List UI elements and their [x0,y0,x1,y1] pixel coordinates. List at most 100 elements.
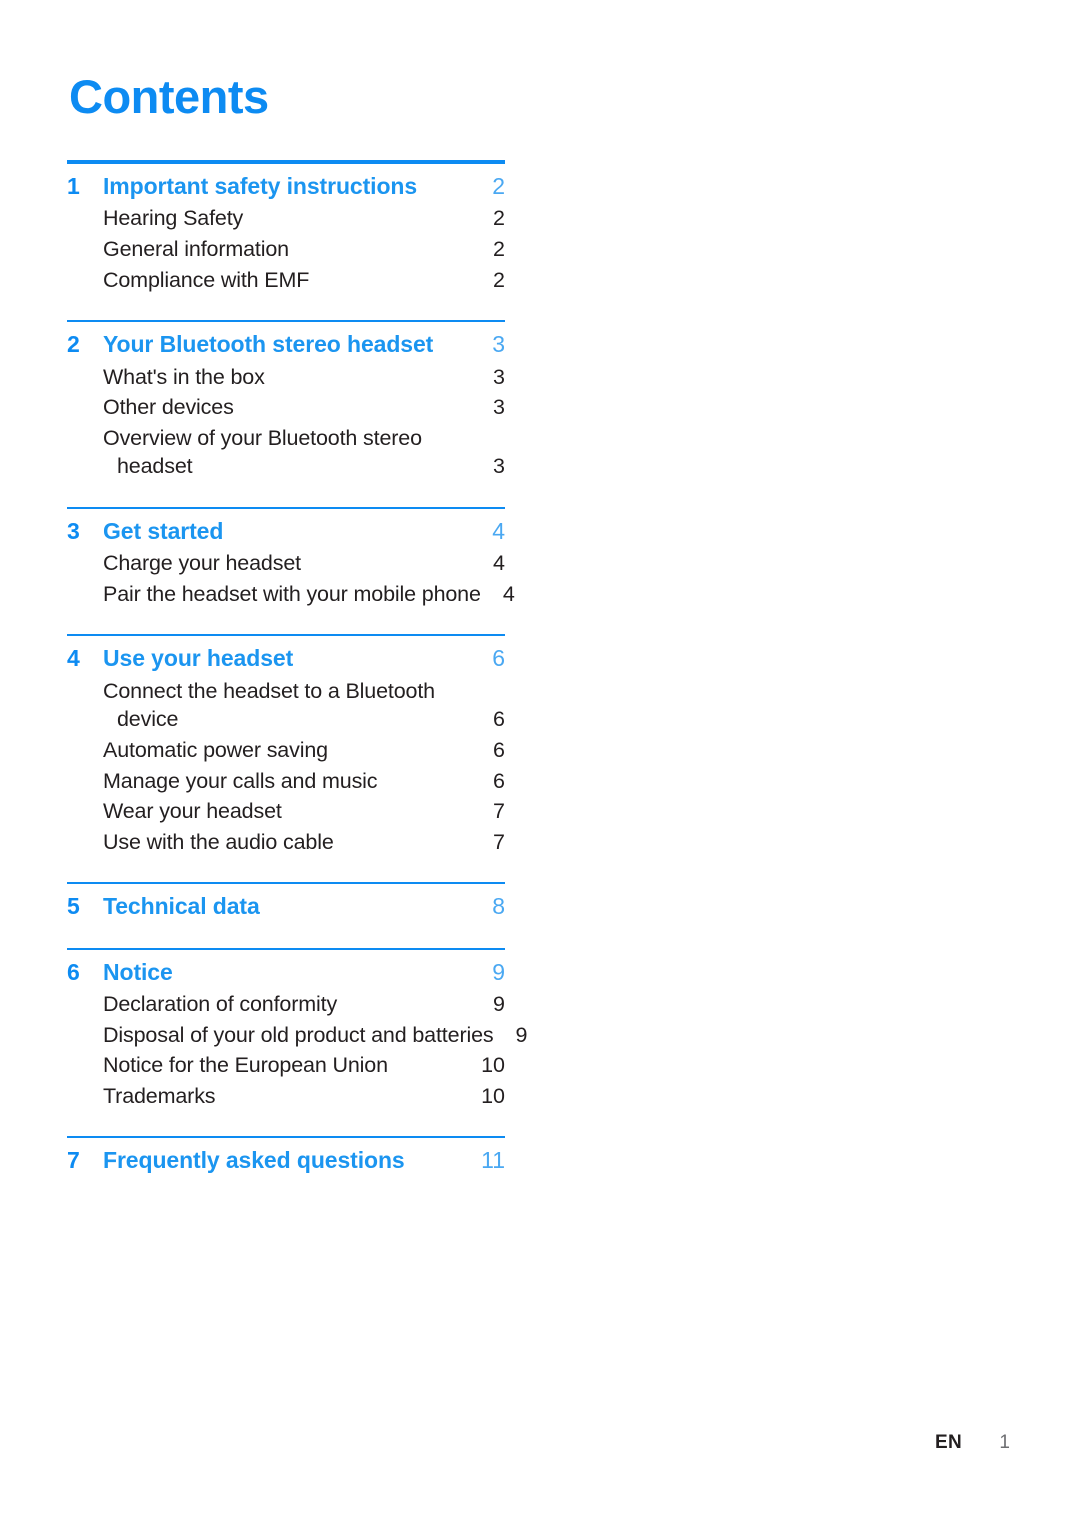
toc-section: 7 Frequently asked questions 11 [67,1136,505,1175]
toc-entry[interactable]: Compliance with EMF 2 [67,266,505,295]
toc-entry[interactable]: Charge your headset 4 [67,549,505,578]
toc-entry[interactable]: Hearing Safety 2 [67,204,505,233]
toc-entry-page-number: 3 [493,364,505,389]
toc-entry-page-number: 7 [493,799,505,824]
toc-section: 4 Use your headset 6 Connect the headset to… [67,634,505,856]
toc-entry[interactable]: General information 2 [67,235,505,264]
toc-entry-label-line: What's in the box [103,364,265,389]
toc-entry-label-continuation: device [117,707,179,732]
toc-entry-page-number: 2 [493,267,505,292]
toc-entry-label: Connect the headset to a Bluetooth device [103,677,471,734]
section-page-number: 9 [492,958,505,985]
toc-entry-label-line: Disposal of your old product and batteri… [103,1022,494,1047]
toc-entry-label-line: Charge your headset [103,551,301,576]
toc-entry-label-line: Compliance with EMF [103,267,310,292]
toc-entry[interactable]: Manage your calls and music 6 [67,767,505,796]
toc-entry-label: What's in the box [103,363,471,392]
toc-entry-page-number: 6 [493,707,505,732]
table-of-contents: 1 Important safety instructions 2 Hearing S… [67,160,528,1176]
toc-section-heading[interactable]: 7 Frequently asked questions 11 [67,1145,505,1175]
toc-entry-label-line: Other devices [103,395,234,420]
toc-entry-page-number: 3 [493,395,505,420]
toc-entry[interactable]: Pair the headset with your mobile phone 4 [67,580,515,609]
section-number: 5 [67,893,80,920]
toc-entry-label: Declaration of conformity [103,990,471,1019]
toc-section: 3 Get started 4 Charge your headset 4 Pair th… [67,506,515,609]
toc-entry-label-line: Declaration of conformity [103,992,338,1017]
toc-entry-label-line: Hearing Safety [103,206,244,231]
section-label: Get started [103,517,224,544]
section-number: 2 [67,331,80,358]
toc-entry-label-line: Automatic power saving [103,737,328,762]
toc-section: 6 Notice 9 Declaration of conformity 9 Dispos… [67,947,528,1111]
footer-language-code: EN [935,1432,962,1453]
toc-section-heading[interactable]: 2 Your Bluetooth stereo headset 3 [67,329,505,359]
toc-section-heading[interactable]: 4 Use your headset 6 [67,643,505,673]
toc-entry[interactable]: Overview of your Bluetooth stereo headset… [67,424,505,481]
toc-entry-page-number: 6 [493,737,505,762]
toc-entry[interactable]: Disposal of your old product and batteri… [67,1021,528,1050]
toc-entry-label: Compliance with EMF [103,266,471,295]
toc-entry-page-number: 9 [493,992,505,1017]
toc-entry[interactable]: Trademarks 10 [67,1082,505,1111]
section-divider [67,320,505,323]
toc-entry[interactable]: Notice for the European Union 10 [67,1051,505,1080]
section-number: 6 [67,958,80,985]
toc-entry-label: Hearing Safety [103,204,471,233]
section-page-number: 4 [492,517,505,544]
toc-entry-page-number: 2 [493,206,505,231]
toc-entry-page-number: 9 [515,1022,528,1047]
toc-section-heading[interactable]: 5 Technical data 8 [67,891,505,921]
toc-entry-label: Manage your calls and music [103,767,471,796]
toc-entry[interactable]: Other devices 3 [67,393,505,422]
toc-entry-label-line: Wear your headset [103,799,282,824]
section-divider [67,634,505,637]
toc-section: 1 Important safety instructions 2 Hearing S… [67,160,505,294]
toc-section: 5 Technical data 8 [67,882,505,921]
toc-section-heading[interactable]: 1 Important safety instructions 2 [67,171,505,201]
section-page-number: 11 [481,1147,505,1174]
section-page-number: 3 [492,331,505,358]
section-divider [67,882,505,885]
page-title: Contents [69,70,269,123]
toc-entry-label-line: Overview of your Bluetooth stereo [103,425,422,450]
toc-entry[interactable]: Declaration of conformity 9 [67,990,505,1019]
toc-entry-label-line: Manage your calls and music [103,768,378,793]
section-number: 3 [67,517,80,544]
toc-entry-page-number: 2 [493,236,505,261]
toc-entry-label: Automatic power saving [103,736,471,765]
section-page-number: 8 [492,893,505,920]
toc-section-heading[interactable]: 3 Get started 4 [67,516,505,546]
section-label: Frequently asked questions [103,1147,405,1174]
toc-entry-label-line: General information [103,236,289,261]
toc-entry-page-number: 4 [502,581,515,606]
section-divider [67,160,505,164]
toc-entry-label-line: Connect the headset to a Bluetooth [103,678,435,703]
toc-entry-label: Charge your headset [103,549,471,578]
toc-entry[interactable]: What's in the box 3 [67,363,505,392]
toc-entry-label-line: Use with the audio cable [103,829,334,854]
toc-entry-page-number: 10 [481,1053,505,1078]
footer-page-number: 1 [999,1432,1010,1453]
section-label: Notice [103,958,173,985]
toc-entry-label: Trademarks [103,1082,471,1111]
section-divider [67,506,505,509]
toc-entry-page-number: 3 [493,454,505,479]
toc-entry[interactable]: Wear your headset 7 [67,797,505,826]
toc-entry[interactable]: Automatic power saving 6 [67,736,505,765]
toc-entry[interactable]: Use with the audio cable 7 [67,828,505,857]
toc-entry-label-line: Notice for the European Union [103,1053,388,1078]
toc-entry-page-number: 4 [493,551,505,576]
toc-entry-label: Disposal of your old product and batteri… [103,1021,494,1050]
toc-entry-label: Pair the headset with your mobile phone [103,580,481,609]
toc-entry[interactable]: Connect the headset to a Bluetooth device… [67,677,505,734]
section-number: 7 [67,1147,80,1174]
toc-entry-label: Other devices [103,393,471,422]
toc-entry-label: Notice for the European Union [103,1051,471,1080]
toc-entry-page-number: 6 [493,768,505,793]
toc-section-heading[interactable]: 6 Notice 9 [67,957,505,987]
document-page: Contents 1 Important safety instructions 2… [0,0,1080,1527]
toc-section: 2 Your Bluetooth stereo headset 3 What's in… [67,320,505,481]
toc-entry-label-line: Trademarks [103,1083,216,1108]
section-number: 1 [67,173,80,199]
